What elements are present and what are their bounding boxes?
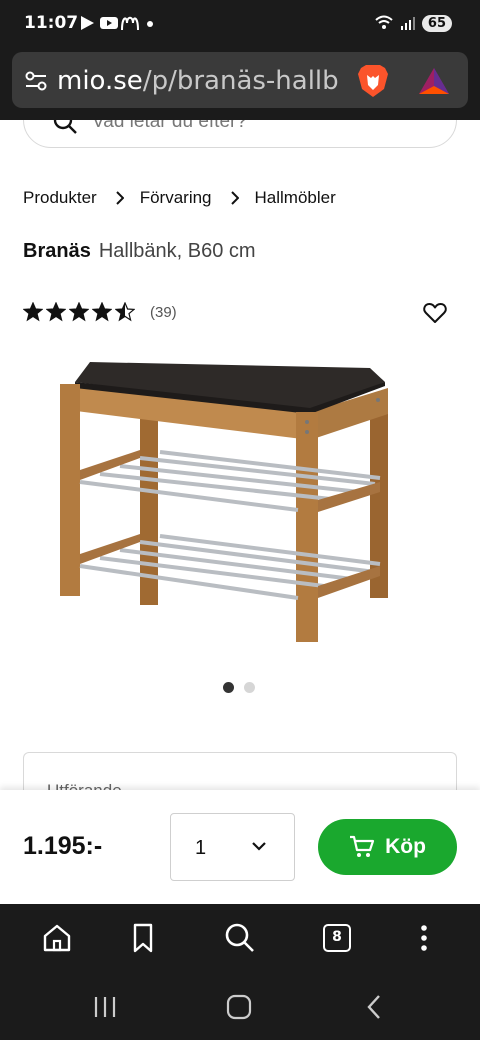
star-full-icon	[92, 302, 112, 322]
breadcrumb: Produkter Förvaring Hallmöbler	[23, 188, 336, 208]
star-half-icon	[115, 302, 135, 322]
more-icon[interactable]	[408, 922, 440, 954]
search-box[interactable]: Vad letar du efter?	[23, 92, 457, 148]
heart-icon[interactable]	[422, 300, 448, 326]
buy-button[interactable]: Köp	[318, 819, 457, 875]
screw	[376, 398, 380, 402]
review-count: (39)	[150, 303, 177, 321]
star-rating	[23, 302, 138, 322]
screw	[305, 430, 309, 434]
search-icon[interactable]	[224, 922, 256, 954]
search-icon	[53, 110, 77, 134]
dot-icon	[147, 21, 153, 27]
bench-front-leg-right	[296, 412, 318, 642]
tune-icon[interactable]	[24, 70, 48, 92]
carousel-dot-active[interactable]	[223, 682, 234, 693]
screw	[305, 420, 309, 424]
search-placeholder: Vad letar du efter?	[92, 111, 247, 132]
battery-indicator: 65	[421, 14, 452, 32]
bench-front-leg-left	[60, 384, 80, 596]
star-full-icon	[46, 302, 66, 322]
browser-toolbar: 8	[0, 904, 480, 974]
chevron-down-icon	[252, 842, 266, 851]
buy-button-label: Köp	[385, 835, 426, 858]
star-full-icon	[69, 302, 89, 322]
chevron-right-icon	[230, 191, 239, 205]
product-image[interactable]	[40, 340, 440, 660]
star-full-icon	[23, 302, 43, 322]
bookmark-icon[interactable]	[127, 922, 159, 954]
cart-icon	[350, 835, 375, 857]
tabs-icon[interactable]: 8	[323, 924, 351, 952]
carousel-dots	[223, 682, 255, 693]
recents-icon[interactable]	[92, 994, 118, 1020]
status-bar: 11:07 65	[0, 0, 480, 48]
quantity-select[interactable]: 1	[170, 813, 295, 881]
quantity-value: 1	[195, 837, 207, 859]
carousel-dot[interactable]	[244, 682, 255, 693]
status-time: 11:07	[24, 13, 79, 33]
android-nav-bar	[0, 974, 480, 1040]
breadcrumb-produkter[interactable]: Produkter	[23, 188, 97, 208]
back-icon[interactable]	[364, 994, 384, 1020]
rating[interactable]: (39)	[23, 302, 177, 322]
wifi-icon	[375, 15, 393, 29]
home-icon[interactable]	[41, 922, 73, 954]
buy-bar: 1.195:- 1 Köp	[0, 790, 480, 904]
product-subtitle: Hallbänk, B60 cm	[98, 240, 256, 262]
breadcrumb-forvaring[interactable]: Förvaring	[140, 188, 212, 208]
mcdonalds-icon	[121, 16, 139, 31]
product-title: Branäs Hallbänk, B60 cm	[23, 240, 256, 263]
signal-icon	[400, 17, 415, 30]
play-icon	[81, 16, 94, 30]
home-nav-icon[interactable]	[226, 994, 252, 1020]
chevron-right-icon	[115, 191, 124, 205]
price: 1.195:-	[23, 832, 103, 860]
youtube-icon	[100, 17, 118, 29]
breadcrumb-hallmobler[interactable]: Hallmöbler	[255, 188, 336, 208]
product-brand: Branäs	[23, 240, 91, 262]
